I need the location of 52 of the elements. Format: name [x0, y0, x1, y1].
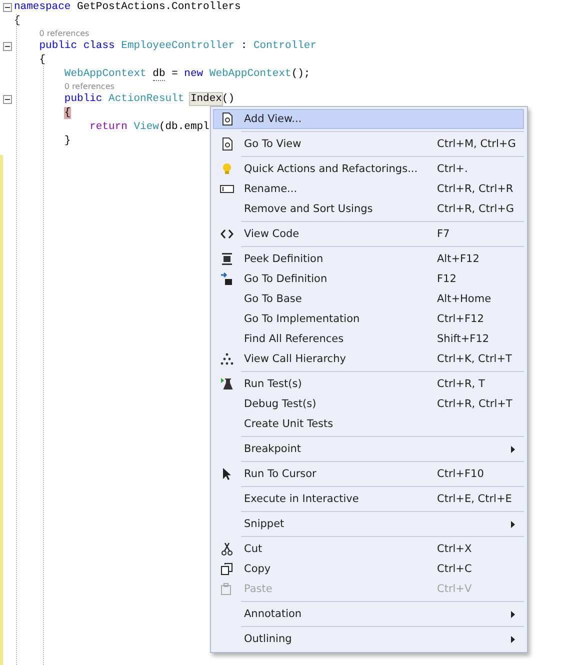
copy-icon [220, 562, 234, 576]
menu-item[interactable]: Rename... Ctrl+R, Ctrl+R [213, 179, 524, 199]
menu-item[interactable]: Peek Definition Alt+F12 [213, 249, 524, 269]
cut-icon [220, 542, 234, 556]
rename-icon [220, 182, 234, 196]
code-line: { [38, 54, 46, 66]
menu-item[interactable]: Quick Actions and Refactorings... Ctrl+. [213, 159, 524, 179]
menu-item[interactable]: Breakpoint [213, 439, 524, 459]
submenu-arrow-icon [511, 521, 515, 528]
collapse-icon[interactable] [2, 94, 12, 104]
menu-item[interactable]: Annotation [213, 604, 524, 624]
references-lens[interactable]: 0 references [64, 80, 114, 92]
peek-icon [220, 252, 234, 266]
menu-item[interactable]: Copy Ctrl+C [213, 559, 524, 579]
code-brackets-icon [220, 227, 234, 241]
menu-item[interactable]: Go To Definition F12 [213, 269, 524, 289]
menu-item[interactable]: Run To Cursor Ctrl+F10 [213, 464, 524, 484]
code-line: WebAppContext db = new WebAppContext(); [63, 68, 310, 80]
references-lens[interactable]: 0 references [39, 28, 90, 40]
code-line: namespace GetPostActions.Controllers [14, 1, 241, 13]
menu-item[interactable]: Execute in Interactive Ctrl+E, Ctrl+E [213, 489, 524, 509]
menu-item[interactable]: Create Unit Tests [213, 414, 524, 434]
pointer-icon [220, 467, 234, 481]
menu-item[interactable]: View Code F7 [213, 224, 524, 244]
menu-item[interactable]: View Call Hierarchy Ctrl+K, Ctrl+T [213, 349, 524, 369]
submenu-arrow-icon [511, 611, 515, 618]
hierarchy-icon [220, 352, 234, 366]
paste-icon [220, 582, 234, 596]
menu-item[interactable]: Run Test(s) Ctrl+R, T [213, 374, 524, 394]
submenu-arrow-icon [511, 636, 515, 643]
menu-item[interactable]: Cut Ctrl+X [213, 539, 524, 559]
menu-item[interactable]: Remove and Sort Usings Ctrl+R, Ctrl+G [213, 199, 524, 219]
code-line: public class EmployeeController : Controller [38, 40, 316, 52]
code-line: return View(db.empl [88, 121, 210, 133]
menu-item[interactable]: Add View... [213, 109, 524, 129]
menu-item[interactable]: Go To Implementation Ctrl+F12 [213, 309, 524, 329]
collapse-icon[interactable] [2, 42, 12, 50]
lightbulb-icon [220, 162, 234, 176]
document-icon [220, 137, 234, 151]
menu-item[interactable]: Find All References Shift+F12 [213, 329, 524, 349]
flask-icon [220, 377, 234, 391]
menu-item[interactable]: Debug Test(s) Ctrl+R, Ctrl+T [213, 394, 524, 414]
document-icon [220, 112, 234, 126]
submenu-arrow-icon [511, 446, 515, 453]
menu-item[interactable]: Go To Base Alt+Home [213, 289, 524, 309]
code-line: public ActionResult Index() [63, 93, 235, 105]
arrow-square-icon [220, 272, 234, 286]
menu-item[interactable]: Snippet [213, 514, 524, 534]
menu-item[interactable]: Outlining [213, 629, 524, 649]
collapse-icon[interactable] [2, 2, 12, 12]
menu-item[interactable]: Go To View Ctrl+M, Ctrl+G [213, 134, 524, 154]
code-line: } [63, 135, 71, 147]
